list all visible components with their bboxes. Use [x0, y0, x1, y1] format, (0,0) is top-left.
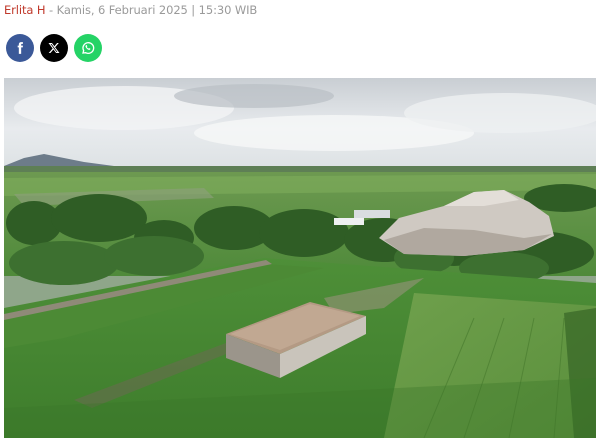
article-photo	[4, 78, 596, 438]
x-share-button[interactable]	[40, 34, 68, 62]
facebook-share-button[interactable]	[6, 34, 34, 62]
article-byline: Erlita H - Kamis, 6 Februari 2025 | 15:3…	[4, 2, 257, 18]
facebook-icon	[17, 42, 23, 54]
publish-date: Kamis, 6 Februari 2025 | 15:30 WIB	[56, 3, 258, 17]
whatsapp-share-button[interactable]	[74, 34, 102, 62]
whatsapp-icon	[82, 42, 95, 54]
byline-separator: -	[45, 3, 57, 17]
author-link[interactable]: Erlita H	[4, 3, 46, 17]
x-twitter-icon	[48, 43, 60, 53]
share-bar	[6, 34, 102, 62]
